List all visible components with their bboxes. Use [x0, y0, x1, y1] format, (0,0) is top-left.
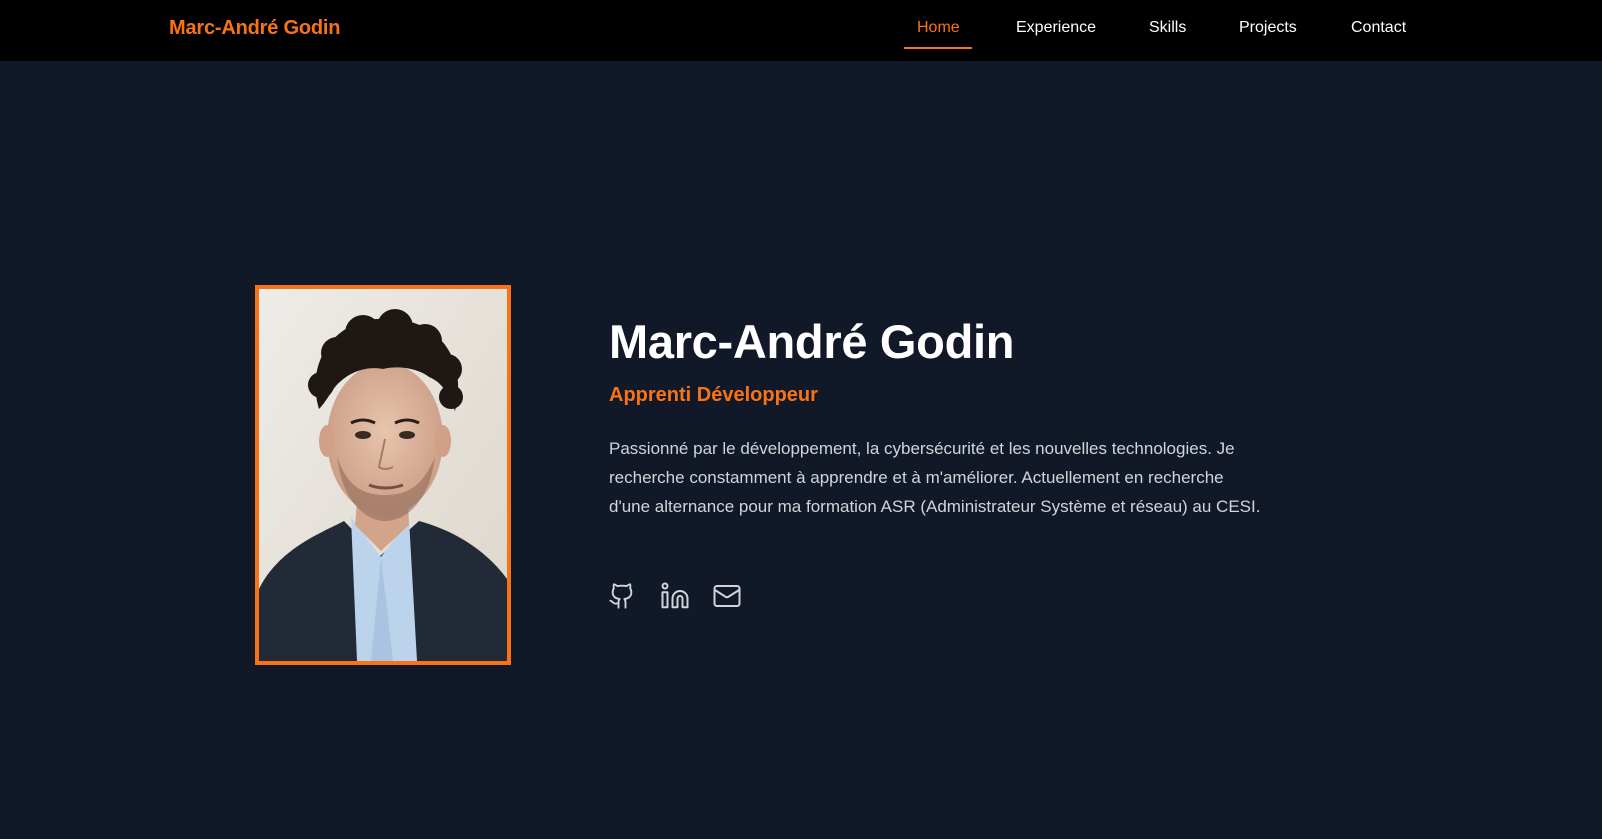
hero-bio: Passionné par le développement, la cyber…: [609, 439, 1261, 516]
linkedin-icon: [661, 582, 689, 609]
navbar: Marc-André Godin Home Experience Skills …: [0, 0, 1602, 61]
hero-role: Apprenti Développeur: [609, 384, 818, 406]
nav-link-home[interactable]: Home: [917, 19, 960, 37]
mail-link[interactable]: [712, 581, 742, 611]
nav-link-skills[interactable]: Skills: [1149, 19, 1186, 37]
mail-icon: [713, 585, 741, 607]
nav-link-projects[interactable]: Projects: [1239, 19, 1297, 37]
linkedin-link[interactable]: [660, 581, 690, 611]
nav-link-experience[interactable]: Experience: [1016, 19, 1096, 37]
github-icon: [609, 583, 633, 609]
github-link[interactable]: [608, 581, 638, 611]
profile-photo-illustration: [259, 289, 507, 661]
profile-photo: [255, 285, 511, 665]
active-nav-indicator: [904, 47, 972, 49]
hero-name: Marc-André Godin: [609, 315, 1015, 368]
nav-links: Home Experience Skills Projects Contact: [0, 0, 1602, 61]
nav-link-contact[interactable]: Contact: [1351, 19, 1406, 37]
